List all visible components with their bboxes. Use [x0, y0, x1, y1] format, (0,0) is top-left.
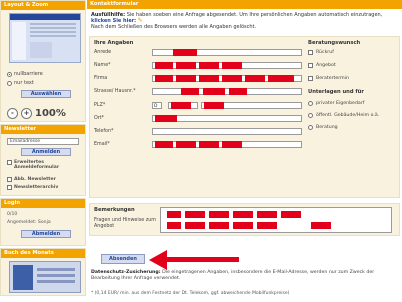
email-field[interactable]: [152, 141, 302, 148]
checkbox-icon[interactable]: [7, 177, 12, 182]
contact-form: Ihre Angaben Beratungswunsch Anrede Name…: [89, 36, 400, 198]
login-user: Angemeldet: Sonja: [7, 220, 51, 225]
zoom-out-icon[interactable]: -: [7, 108, 18, 119]
salutation-field[interactable]: [152, 49, 302, 56]
section-consultation: Beratungswunsch: [308, 40, 361, 46]
newsletter-email-input[interactable]: Emailadresse: [7, 138, 79, 145]
remarks-section: Bemerkungen Fragen und Hinweise zum Ange…: [89, 203, 400, 236]
page-title: Kontaktformular: [87, 0, 402, 9]
checkbox-icon[interactable]: [7, 185, 12, 190]
advisor-appointment-option[interactable]: Beratertermin: [308, 76, 349, 81]
remarks-title: Bemerkungen: [94, 207, 135, 213]
remarks-textarea[interactable]: [160, 207, 392, 233]
private-use-option[interactable]: privater Eigenbedarf: [308, 101, 364, 106]
field-label: Telefon*: [94, 129, 114, 134]
checkbox-icon[interactable]: [308, 76, 313, 81]
main-content: Kontaktformular Ausfüllhilfe: Sie haben …: [87, 0, 402, 302]
layout-preview-thumbnail[interactable]: [9, 13, 81, 63]
book-of-month-title: Buch des Monats: [1, 249, 85, 258]
radio-icon[interactable]: [308, 101, 313, 106]
login-title: Login: [1, 199, 85, 208]
extended-form-option[interactable]: Erweitertes Anmeldeformular: [7, 160, 74, 170]
book-cover-image[interactable]: [9, 261, 81, 293]
consulting-option[interactable]: Beratung: [308, 125, 338, 130]
book-of-month-box: Buch des Monats: [0, 248, 86, 296]
send-button[interactable]: Absenden: [101, 254, 145, 264]
newsletter-subscribe-button[interactable]: Anmelden: [21, 148, 71, 156]
sidebar: Layout & Zoom nullbarriere nur text Ausw…: [0, 0, 86, 302]
zoom-level: 100%: [35, 108, 66, 119]
radio-icon[interactable]: [308, 113, 313, 118]
public-building-option[interactable]: öffentl. Gebäude/Heim o.ä.: [308, 113, 379, 118]
name-field[interactable]: [152, 62, 302, 69]
layout-zoom-title: Layout & Zoom: [1, 1, 85, 10]
country-code-field[interactable]: D: [152, 102, 162, 109]
zoom-controls: - + 100%: [7, 108, 66, 119]
radio-barrierefrei[interactable]: nullbarriere: [7, 71, 43, 77]
section-your-details: Ihre Angaben: [94, 40, 134, 46]
field-label: Ort*: [94, 116, 105, 121]
radio-text-only[interactable]: nur text: [7, 80, 34, 86]
newsletter-title: Newsletter: [1, 125, 85, 134]
layout-zoom-box: Layout & Zoom nullbarriere nur text Ausw…: [0, 0, 86, 122]
section-documents: Unterlagen und für: [308, 89, 364, 95]
checkbox-icon[interactable]: [308, 63, 313, 68]
newsletter-box: Newsletter Emailadresse Anmelden Erweite…: [0, 124, 86, 196]
checkbox-icon[interactable]: [308, 50, 313, 55]
street-field[interactable]: [152, 88, 302, 95]
newsletter-archive-option[interactable]: Newsletterarchiv: [7, 185, 58, 190]
offer-option[interactable]: Angebot: [308, 63, 336, 68]
phone-field[interactable]: [152, 128, 302, 135]
field-label: Email*: [94, 142, 110, 147]
field-label: Anrede: [94, 50, 112, 55]
pricing-footnote: * (0,14 EUR/ min. aus dem Festnetz der D…: [91, 291, 290, 296]
login-box: Login 0/10 Angemeldet: Sonja Abmelden: [0, 198, 86, 246]
zip-extra-field[interactable]: [201, 102, 302, 109]
field-label: Strasse/ Hausnr.*: [94, 89, 136, 94]
zip-code-field[interactable]: [168, 102, 198, 109]
login-page-count: 0/10: [7, 212, 18, 217]
checkbox-icon[interactable]: [7, 160, 12, 165]
company-field[interactable]: [152, 75, 302, 82]
radio-icon[interactable]: [7, 71, 12, 77]
intro-text: Ausfüllhilfe: Sie haben soeben eine Anfr…: [91, 12, 383, 30]
city-field[interactable]: [152, 115, 302, 122]
privacy-notice: Datenschutz-Zusicherung: Die eingetragen…: [91, 270, 375, 281]
pen-icon[interactable]: ✎: [138, 17, 143, 24]
radio-icon[interactable]: [7, 80, 12, 86]
unsubscribe-option[interactable]: Abb. Newsletter: [7, 177, 56, 182]
logout-button[interactable]: Abmelden: [21, 230, 71, 238]
select-layout-button[interactable]: Auswählen: [21, 90, 71, 98]
arrow-shaft: [165, 257, 239, 262]
zoom-in-icon[interactable]: +: [21, 108, 32, 119]
callback-option[interactable]: Rückruf: [308, 50, 334, 55]
field-label: PLZ*: [94, 103, 106, 108]
field-label: Name*: [94, 63, 111, 68]
field-label: Firma: [94, 76, 108, 81]
remarks-label: Fragen und Hinweise zum Angebot: [94, 218, 156, 229]
radio-icon[interactable]: [308, 125, 313, 130]
